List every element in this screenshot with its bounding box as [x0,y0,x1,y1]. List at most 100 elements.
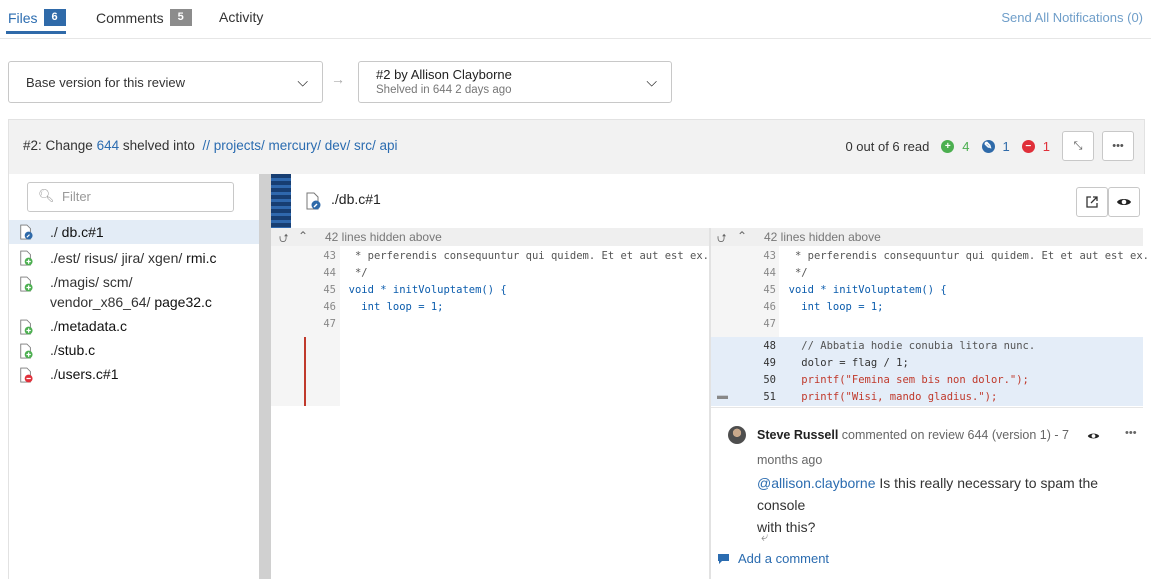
comment-time: months ago [757,453,823,467]
file-dir: ./ [50,318,58,334]
line-number: 46 [763,301,776,313]
pane-splitter[interactable] [259,174,271,579]
edited-count: 1 [1002,138,1010,154]
code-line: void * initVoluptatem() { [788,284,947,296]
open-external-icon[interactable] [1076,187,1108,217]
more-options-button[interactable]: ••• [1102,131,1134,161]
diff-file-title: ./db.c#1 [331,191,381,207]
file-name: users.c#1 [57,366,119,382]
comment-icon [718,553,729,564]
base-version-select[interactable]: Base version for this review ⌵ [8,61,323,103]
eye-icon[interactable] [1108,187,1140,217]
comment-header: Steve Russell commented on review 644 (v… [757,428,1069,442]
added-icon: + [941,139,955,153]
diff-minimap[interactable] [271,174,291,228]
filter-placeholder: Filter [62,189,91,204]
file-name: db.c#1 [61,224,104,240]
file-add-icon [20,319,33,335]
code-line: int loop = 1; [788,301,884,313]
tab-comments-count: 5 [169,9,192,26]
tab-files[interactable]: Files 6 [8,9,66,26]
active-tab-indicator [6,31,66,34]
code-line: void * initVoluptatem() { [348,284,507,296]
change-link[interactable]: 644 [97,138,120,153]
file-name: stub.c [57,342,96,358]
tab-divider [0,38,1151,39]
file-item-metadata-c[interactable]: ./metadata.c [9,315,260,339]
file-item-rmi-c[interactable]: ./est/ risus/ jira/ xgen/ rmi.c [9,246,260,270]
depot-path-link[interactable]: // projects/ mercury/ dev/ src/ api [202,138,397,153]
avatar [728,426,746,444]
target-version-select[interactable]: #2 by Allison Clayborne Shelved in 644 2… [358,61,672,103]
file-dir: ./ [50,342,58,358]
code-line: // Abbatia hodie conubia litora nunc. [788,340,1036,352]
file-edit-icon [20,224,33,240]
tab-bar: Files 6 Comments 5 Activity Send All Not… [0,0,1151,38]
file-dir: ./magis/ scm/ [50,274,133,290]
code-line: */ [788,267,808,279]
file-tree: 🔍︎ Filter ./ db.c#1 ./est/ risus/ jira/ … [8,174,260,579]
line-number: 50 [763,374,776,386]
tab-files-label: Files [8,9,38,26]
reply-icon[interactable]: ⤶ [761,529,768,545]
file-edit-icon [306,192,321,210]
file-delete-icon [20,367,33,383]
target-version-title: #2 by Allison Clayborne [376,67,512,82]
code-line: dolor = flag / 1; [788,357,909,369]
tab-comments-label: Comments [96,9,164,26]
added-count: 4 [962,138,970,154]
hidden-lines-bar-left[interactable]: ⮍ ⌃ 42 lines hidden above [271,228,709,246]
chevron-down-icon: ⌵ [297,73,308,90]
search-icon: 🔍︎ [38,188,55,203]
filter-input[interactable]: 🔍︎ Filter [27,182,234,212]
file-dir: vendor_x86_64/ [50,294,151,310]
file-item-users-c[interactable]: ./users.c#1 [9,363,260,387]
comment-menu-icon[interactable]: ••• [1125,427,1137,439]
line-number: 43 [763,250,776,262]
add-comment-button[interactable]: Add a comment [717,551,829,566]
expand-up-icon[interactable]: ⌃ [298,229,308,243]
file-item-stub-c[interactable]: ./stub.c [9,339,260,363]
expand-up-icon[interactable]: ⌃ [737,229,747,243]
tab-activity-label: Activity [219,9,264,25]
comment-marker-icon[interactable]: ▬ [717,390,728,402]
read-status: 0 out of 6 read [845,138,930,154]
deletion-marker [304,337,306,406]
comment-body: @allison.clayborne Is this really necess… [757,472,1147,538]
arrow-right-icon: → [331,71,345,87]
review-summary: 0 out of 6 read + 4 ✎ 1 − 1 ⤡ ••• [845,131,1134,161]
line-number: 43 [323,250,336,262]
edited-icon: ✎ [981,139,995,153]
left-empty-gutter [271,406,340,579]
line-number: 47 [323,318,336,330]
code-line: * perferendis consequuntur qui quidem. E… [348,250,709,262]
mention-link[interactable]: @allison.clayborne [757,475,876,491]
file-add-icon [20,343,33,359]
line-number: 45 [323,284,336,296]
hidden-lines-label: 42 lines hidden above [325,230,442,244]
hidden-lines-bar-right[interactable]: ⮍ ⌃ 42 lines hidden above [711,228,1143,246]
review-title-prefix: #2: Change [23,138,93,153]
file-name: metadata.c [57,318,128,334]
line-number: 44 [763,267,776,279]
diff-header: ./db.c#1 [271,174,1143,229]
expand-icon[interactable]: ⤡ [1062,131,1094,161]
hidden-lines-label: 42 lines hidden above [764,230,881,244]
file-name: page32.c [154,294,212,310]
file-dir: ./ [50,366,58,382]
chevron-down-icon: ⌵ [646,73,657,90]
eye-icon[interactable] [1087,431,1100,441]
send-all-notifications-link[interactable]: Send All Notifications (0) [1001,10,1143,25]
line-number: 46 [323,301,336,313]
file-item-db-c[interactable]: ./ db.c#1 [9,220,260,244]
tab-comments[interactable]: Comments 5 [96,9,192,26]
comment-thread: Steve Russell commented on review 644 (v… [711,407,1143,580]
line-number: 48 [763,340,776,352]
tab-activity[interactable]: Activity [219,9,263,25]
comment-meta: commented on review 644 (version 1) - 7 [841,428,1069,442]
file-dir: ./ [50,224,58,240]
code-line: printf("Femina sem bis non dolor."); [788,374,1029,386]
code-line: printf("Wisi, mando gladius."); [788,391,998,403]
file-item-page32-c[interactable]: ./magis/ scm/ vendor_x86_64/ page32.c [9,270,260,314]
line-number: 44 [323,267,336,279]
